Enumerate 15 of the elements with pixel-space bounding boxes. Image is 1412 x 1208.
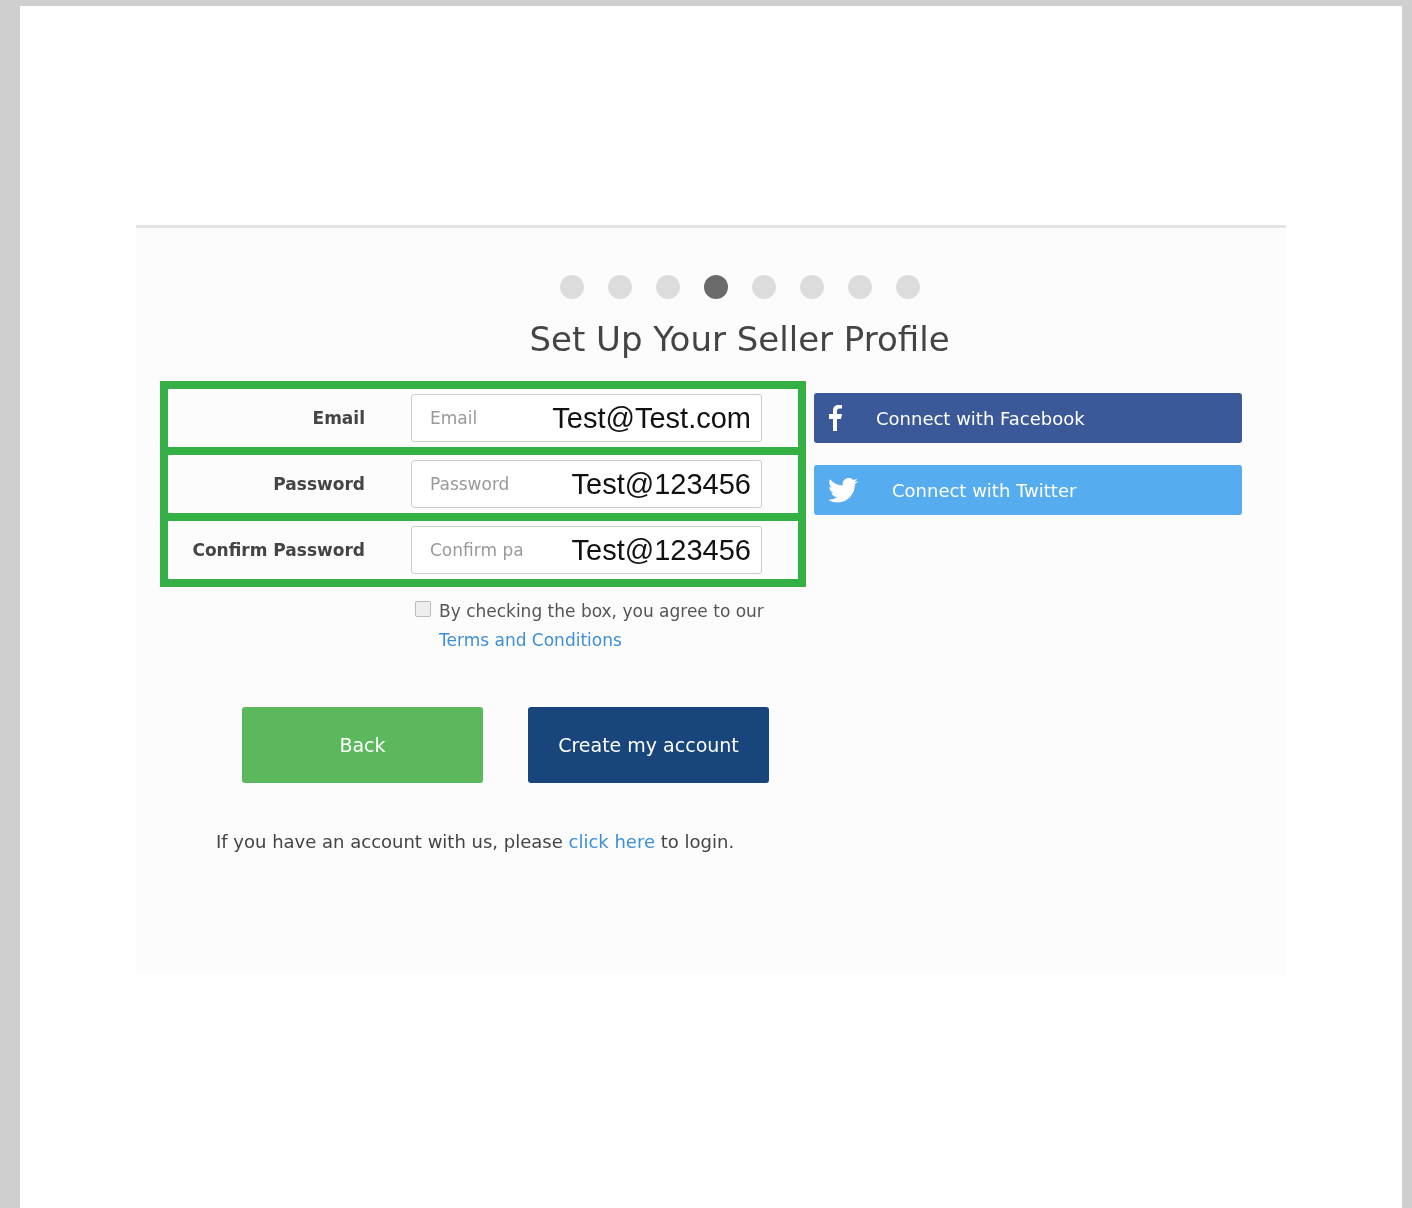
input-field[interactable]: Confirm pa Test@123456	[411, 526, 762, 574]
field-label: Email	[311, 408, 365, 428]
facebook-button[interactable]: Connect with Facebook	[814, 393, 1242, 443]
field-label: Password	[272, 474, 365, 494]
field-label: Confirm Password	[191, 540, 365, 560]
terms-text: By checking the box, you agree to our Terms and Conditions	[439, 600, 765, 652]
bird-icon	[828, 477, 858, 503]
input-field[interactable]: Email Test@Test.com	[411, 394, 762, 442]
page-title: Set Up Your Seller Profile	[528, 319, 951, 359]
login-text: If you have an account with us, please click here to login.	[216, 831, 736, 852]
terms-checkbox[interactable]	[415, 601, 431, 617]
input-field[interactable]: Password Test@123456	[411, 460, 762, 508]
create-account-button[interactable]: Create my account	[528, 707, 769, 783]
facebook-icon	[828, 405, 842, 431]
login-link[interactable]: click here	[568, 831, 655, 852]
